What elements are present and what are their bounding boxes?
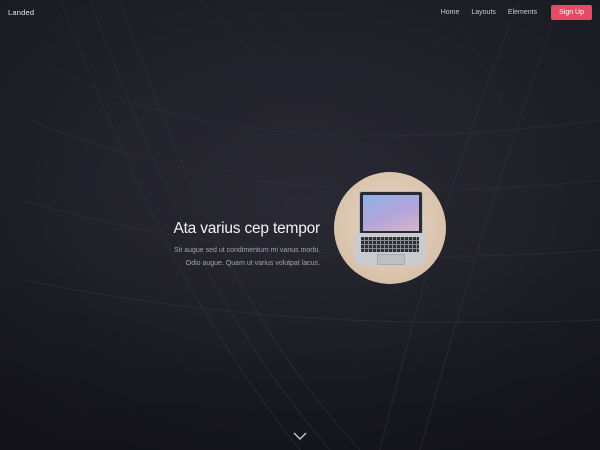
- hero-text: Ata varius cep tempor Sit augue sed ut c…: [140, 187, 334, 270]
- nav-link-elements[interactable]: Elements: [508, 9, 537, 16]
- laptop-screen: [363, 195, 419, 231]
- hero-subtitle: Sit augue sed ut condimentum mi varius m…: [140, 244, 320, 270]
- hero-title: Ata varius cep tempor: [173, 219, 320, 237]
- laptop-keyboard: [361, 237, 419, 252]
- main-nav: Home Layouts Elements Sign Up: [441, 4, 592, 20]
- hero-subtitle-line-1: Sit augue sed ut condimentum mi varius m…: [174, 246, 320, 254]
- laptop-screen-frame: [359, 191, 423, 235]
- nav-link-layouts[interactable]: Layouts: [471, 9, 496, 16]
- top-header: Landed Home Layouts Elements Sign Up: [0, 0, 600, 24]
- site-logo[interactable]: Landed: [8, 8, 34, 17]
- hero-banner: Ata varius cep tempor Sit augue sed ut c…: [140, 168, 480, 288]
- nav-link-home[interactable]: Home: [441, 9, 460, 16]
- laptop-trackpad: [377, 254, 405, 265]
- laptop-image: [334, 172, 446, 284]
- signup-button[interactable]: Sign Up: [551, 4, 592, 20]
- hero-subtitle-line-2: Odio augue. Quam ut varius volutpat lacu…: [185, 259, 320, 267]
- laptop-base: [355, 233, 425, 265]
- chevron-down-icon[interactable]: [292, 428, 308, 440]
